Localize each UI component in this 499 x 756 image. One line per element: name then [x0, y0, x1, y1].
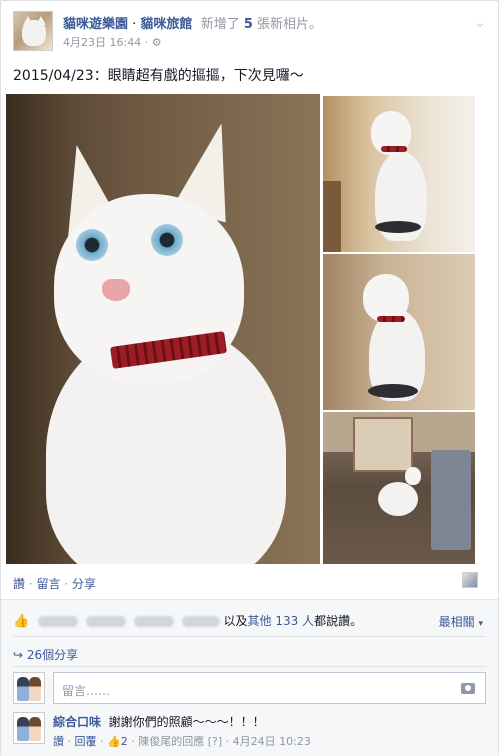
- post-message: 2015/04/23：眼睛超有戲的摳摳，下次見囉～: [13, 68, 304, 84]
- likes-and: 以及: [223, 614, 248, 628]
- meta-separator: ·: [127, 735, 139, 748]
- meta-separator: ·: [96, 735, 107, 748]
- cat-eye-left: [76, 229, 108, 261]
- avatar-figure-2: [29, 677, 41, 701]
- action-separator: ·: [25, 577, 37, 591]
- shelf-edge: [323, 181, 341, 252]
- like-link[interactable]: 讚: [13, 577, 25, 591]
- step-stool: [431, 450, 471, 550]
- post-timestamp[interactable]: 4月23日 16:44: [63, 36, 141, 49]
- reply-by: 陳俊尾的回應: [138, 735, 205, 748]
- cat-body: [378, 482, 418, 516]
- cat-head: [363, 274, 409, 322]
- divider: [13, 666, 486, 667]
- meta-separator: ·: [222, 735, 233, 748]
- post-header: 貓咪遊樂園 · 貓咪旅館 新增了 5 張新相片。 4月23日 16:44 · ⚙…: [13, 11, 488, 55]
- post-actions: 讚 · 留言 · 分享: [13, 575, 96, 592]
- likes-summary: 👍 以及其他 133 人都說讚。: [13, 612, 362, 629]
- commenter-avatar[interactable]: [13, 712, 45, 744]
- shares-link[interactable]: ↪ 26個分享: [13, 646, 78, 663]
- photo-grid: [6, 94, 477, 566]
- page-avatar[interactable]: [13, 11, 53, 51]
- viewer-avatar[interactable]: [13, 672, 45, 704]
- viewer-avatar[interactable]: [462, 572, 478, 588]
- comment-input[interactable]: 留言……: [53, 672, 486, 704]
- album-name-link[interactable]: 貓咪旅館: [140, 17, 192, 32]
- redacted-name: [85, 616, 126, 627]
- cat-collar: [377, 316, 405, 322]
- cat-eye-right: [151, 224, 183, 256]
- comment-item: 綜合口味 謝謝你們的照顧～～～！！！ 讚 · 回覆 · 👍2 · 陳俊尾的回應 …: [13, 712, 486, 754]
- thumbs-up-icon: 👍: [13, 614, 30, 629]
- shares-count: 26個分享: [26, 648, 79, 662]
- chevron-down-icon[interactable]: ⌄: [474, 15, 486, 31]
- comment-meta: 讚 · 回覆 · 👍2 · 陳俊尾的回應 [?] · 4月24日 10:23: [53, 733, 311, 749]
- comment-composer: 留言……: [13, 672, 486, 706]
- likes-suffix: 都說讚。: [314, 614, 363, 628]
- photo-count-link[interactable]: 5: [244, 17, 253, 32]
- comment-like-link[interactable]: 讚: [53, 735, 64, 748]
- action-suffix: 張新相片。: [257, 17, 323, 32]
- cabinet: [353, 417, 413, 472]
- comment-reply-link[interactable]: 回覆: [75, 735, 97, 748]
- comment-like-count[interactable]: 2: [121, 735, 128, 748]
- photo-main[interactable]: [6, 94, 320, 564]
- cat-collar: [381, 146, 407, 152]
- cat-nose: [102, 279, 130, 301]
- post-meta: 4月23日 16:44 · ⚙: [63, 34, 162, 50]
- photo-thumb-2[interactable]: [323, 254, 475, 410]
- redacted-name: [38, 616, 79, 627]
- share-link[interactable]: 分享: [72, 577, 96, 591]
- camera-icon[interactable]: [461, 683, 475, 694]
- redacted-name: [181, 616, 220, 627]
- likes-others-link[interactable]: 其他 133 人: [248, 614, 315, 628]
- meta-separator: ·: [144, 36, 149, 49]
- sort-dropdown[interactable]: 最相關 ▾: [439, 613, 483, 630]
- comment-text: 謝謝你們的照顧～～～！！！: [108, 715, 265, 729]
- thumbs-up-icon[interactable]: 👍: [107, 735, 121, 748]
- comment-link[interactable]: 留言: [36, 577, 60, 591]
- comment-content: 綜合口味 謝謝你們的照顧～～～！！！: [53, 713, 265, 730]
- action-prefix: 新增了: [200, 17, 240, 32]
- avatar-cat-face: [22, 20, 46, 46]
- caret-down-icon: ▾: [478, 619, 483, 629]
- post-card: 貓咪遊樂園 · 貓咪旅館 新增了 5 張新相片。 4月23日 16:44 · ⚙…: [0, 0, 499, 756]
- photo-thumb-3[interactable]: [323, 412, 475, 564]
- avatar-figure-2: [29, 717, 41, 741]
- avatar-figure-1: [17, 677, 29, 701]
- cat-bowl: [375, 221, 421, 233]
- title-separator: ·: [128, 17, 141, 32]
- post-title: 貓咪遊樂園 · 貓咪旅館 新增了 5 張新相片。: [63, 13, 322, 32]
- action-separator: ·: [60, 577, 72, 591]
- divider: [13, 636, 486, 637]
- help-link[interactable]: [?]: [208, 735, 222, 748]
- avatar-figure-1: [17, 717, 29, 741]
- cat-bowl: [368, 384, 418, 398]
- feedback-section: 👍 以及其他 133 人都說讚。 最相關 ▾ ↪ 26個分享 留言…… 綜合口味…: [1, 599, 498, 756]
- share-arrow-icon: ↪: [13, 648, 24, 662]
- photo-thumb-1[interactable]: [323, 96, 475, 252]
- comment-author-link[interactable]: 綜合口味: [53, 715, 101, 729]
- privacy-icon[interactable]: ⚙: [152, 36, 162, 49]
- comment-placeholder: 留言……: [62, 684, 111, 698]
- cat-head: [405, 467, 421, 485]
- meta-separator: ·: [64, 735, 75, 748]
- redacted-name: [133, 616, 174, 627]
- comment-timestamp[interactable]: 4月24日 10:23: [233, 735, 311, 748]
- sort-label: 最相關: [438, 615, 475, 629]
- page-name-link[interactable]: 貓咪遊樂園: [63, 17, 128, 32]
